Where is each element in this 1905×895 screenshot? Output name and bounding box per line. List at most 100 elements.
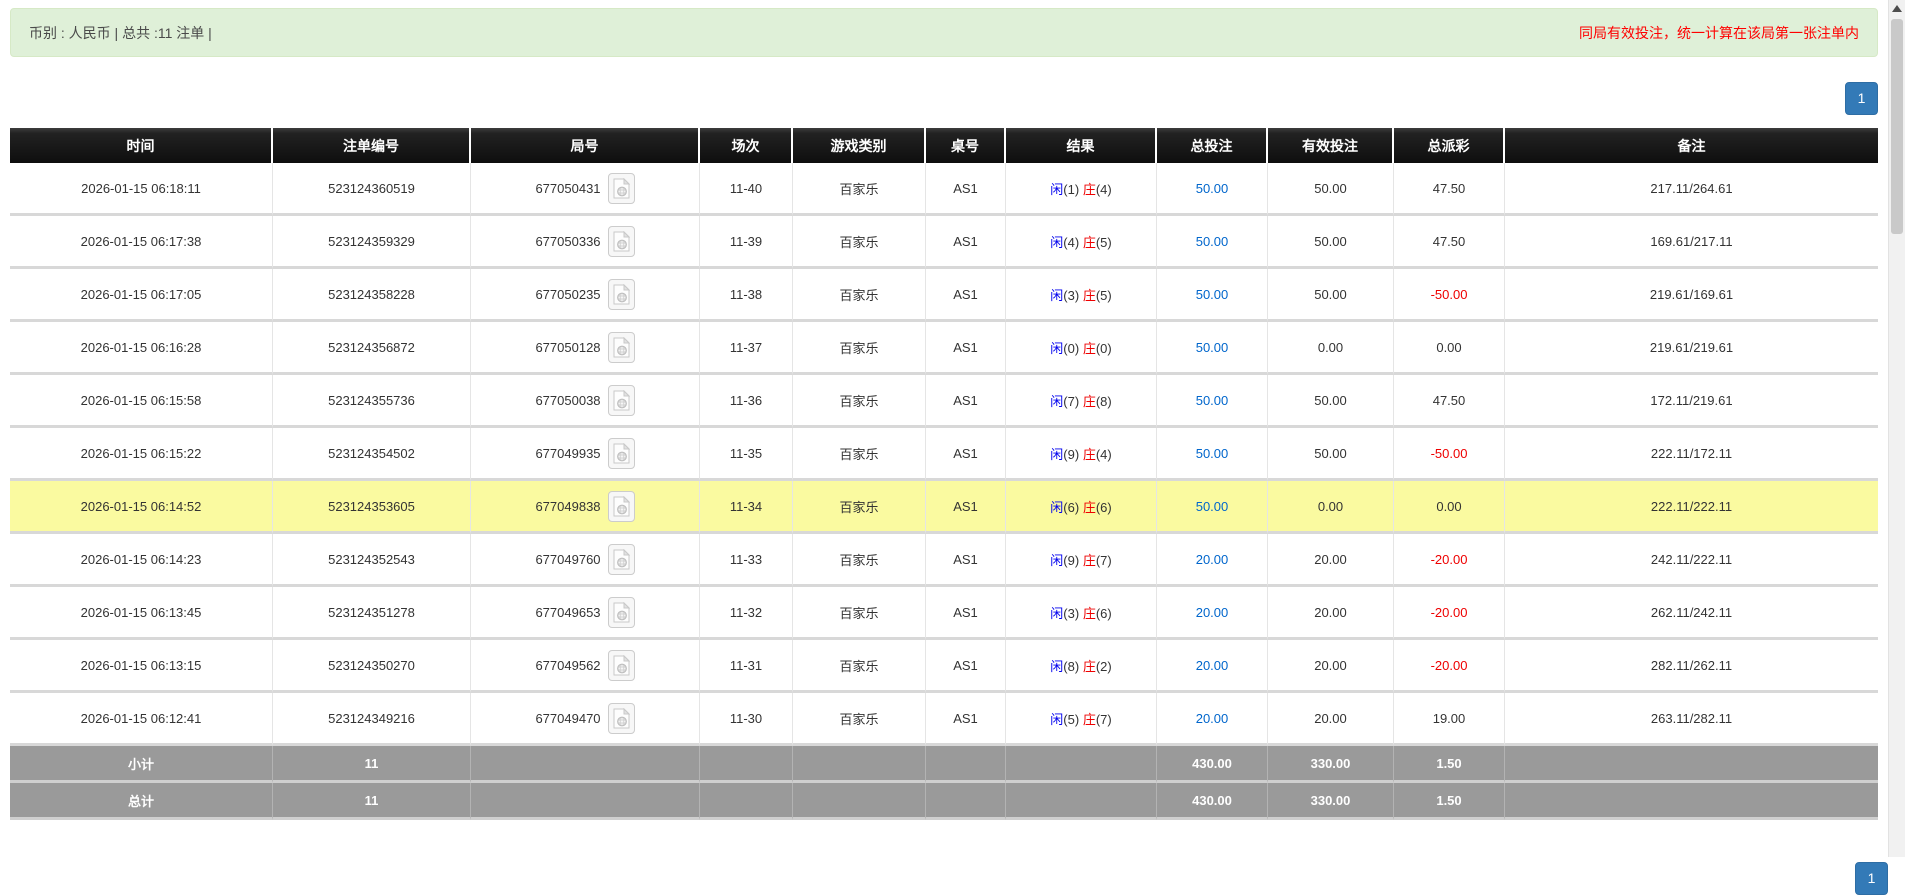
cell-bet-id: 523124355736	[273, 375, 471, 428]
subtotal-row: 小计 11 430.00 330.00 1.50	[10, 746, 1878, 783]
video-replay-button[interactable]	[607, 490, 635, 522]
cell-valid-bet: 50.00	[1268, 163, 1394, 216]
player-result: 闲	[1050, 181, 1064, 197]
subtotal-row-valid-bet: 330.00	[1268, 746, 1394, 783]
pagination-bottom: 1	[20, 862, 1888, 895]
video-replay-button[interactable]	[607, 384, 635, 416]
total-bet-link[interactable]: 50.00	[1196, 393, 1229, 408]
video-replay-icon	[613, 601, 630, 622]
video-replay-button[interactable]	[607, 702, 635, 734]
total-bet-link[interactable]: 50.00	[1196, 499, 1229, 514]
cell-round: 677049653	[471, 587, 700, 640]
grandtotal-row-remark	[1505, 783, 1878, 820]
subtotal-row-session	[700, 746, 793, 783]
cell-table-no: AS1	[926, 587, 1006, 640]
cell-table-no: AS1	[926, 269, 1006, 322]
player-points: (8)	[1063, 658, 1080, 674]
video-replay-button[interactable]	[607, 649, 635, 681]
cell-total-bet: 50.00	[1157, 481, 1268, 534]
player-points: (4)	[1063, 234, 1080, 250]
table-row: 2026-01-15 06:17:05 523124358228 6770502…	[10, 269, 1878, 322]
column-header-11: 备注	[1505, 128, 1878, 163]
cell-result: 闲(6) 庄(6)	[1006, 481, 1157, 534]
video-replay-button[interactable]	[607, 172, 635, 204]
banker-points: (4)	[1095, 181, 1112, 197]
video-replay-icon	[613, 654, 630, 675]
total-bet-link[interactable]: 20.00	[1196, 658, 1229, 673]
grandtotal-row-payout: 1.50	[1394, 783, 1505, 820]
scrollbar-thumb[interactable]	[1891, 19, 1903, 234]
cell-total-bet: 20.00	[1157, 693, 1268, 746]
cell-game-type: 百家乐	[793, 269, 926, 322]
pagination-page-1-button[interactable]: 1	[1845, 82, 1878, 115]
scroll-up-arrow-icon[interactable]	[1889, 0, 1905, 17]
total-bet-link[interactable]: 50.00	[1196, 287, 1229, 302]
video-replay-button[interactable]	[607, 437, 635, 469]
cell-bet-id: 523124352543	[273, 534, 471, 587]
cell-round: 677050038	[471, 375, 700, 428]
video-replay-button[interactable]	[607, 225, 635, 257]
cell-remark: 172.11/219.61	[1505, 375, 1878, 428]
round-number: 677050431	[535, 180, 601, 196]
total-bet-link[interactable]: 20.00	[1196, 711, 1229, 726]
cell-time: 2026-01-15 06:17:38	[10, 216, 273, 269]
total-bet-link[interactable]: 20.00	[1196, 552, 1229, 567]
banker-result: 庄	[1082, 552, 1096, 568]
table-row: 2026-01-15 06:16:28 523124356872 6770501…	[10, 322, 1878, 375]
grandtotal-row: 总计 11 430.00 330.00 1.50	[10, 783, 1878, 820]
video-replay-icon	[613, 230, 630, 251]
round-number: 677049562	[535, 657, 601, 673]
cell-remark: 217.11/264.61	[1505, 163, 1878, 216]
cell-valid-bet: 50.00	[1268, 269, 1394, 322]
vertical-scrollbar[interactable]	[1888, 0, 1905, 857]
total-bet-link[interactable]: 50.00	[1196, 234, 1229, 249]
total-bet-link[interactable]: 50.00	[1196, 181, 1229, 196]
cell-table-no: AS1	[926, 693, 1006, 746]
column-header-2: 注单编号	[273, 128, 471, 163]
video-replay-button[interactable]	[607, 596, 635, 628]
summary-text: 币别 : 人民币 | 总共 :11 注单 |	[29, 24, 212, 41]
cell-round: 677049562	[471, 640, 700, 693]
cell-session: 11-32	[700, 587, 793, 640]
video-replay-button[interactable]	[607, 331, 635, 363]
cell-session: 11-31	[700, 640, 793, 693]
cell-session: 11-34	[700, 481, 793, 534]
player-points: (9)	[1063, 552, 1080, 568]
banker-result: 庄	[1082, 658, 1096, 674]
cell-game-type: 百家乐	[793, 640, 926, 693]
round-number: 677049935	[535, 445, 601, 461]
cell-valid-bet: 20.00	[1268, 534, 1394, 587]
cell-time: 2026-01-15 06:14:23	[10, 534, 273, 587]
video-replay-icon	[613, 177, 630, 198]
cell-game-type: 百家乐	[793, 693, 926, 746]
cell-round: 677050336	[471, 216, 700, 269]
table-header-row: 时间 注单编号 局号 场次 游戏类别 桌号 结果 总投注 有效投注 总派彩 备注	[10, 128, 1878, 163]
cell-valid-bet: 20.00	[1268, 693, 1394, 746]
cell-total-bet: 50.00	[1157, 428, 1268, 481]
total-bet-link[interactable]: 50.00	[1196, 340, 1229, 355]
cell-payout: -20.00	[1394, 640, 1505, 693]
banker-points: (0)	[1095, 340, 1112, 356]
cell-game-type: 百家乐	[793, 428, 926, 481]
video-replay-button[interactable]	[607, 278, 635, 310]
video-replay-button[interactable]	[607, 543, 635, 575]
player-points: (6)	[1063, 499, 1080, 515]
subtotal-row-total-bet: 430.00	[1157, 746, 1268, 783]
round-number: 677049760	[535, 551, 601, 567]
subtotal-row-round	[471, 746, 700, 783]
cell-game-type: 百家乐	[793, 534, 926, 587]
player-result: 闲	[1050, 393, 1064, 409]
cell-payout: 47.50	[1394, 375, 1505, 428]
table-row: 2026-01-15 06:15:22 523124354502 6770499…	[10, 428, 1878, 481]
round-number: 677050128	[535, 339, 601, 355]
total-bet-link[interactable]: 50.00	[1196, 446, 1229, 461]
content-area: 币别 : 人民币 | 总共 :11 注单 | 同局有效投注，统一计算在该局第一张…	[10, 8, 1888, 895]
grandtotal-row-game	[793, 783, 926, 820]
pagination-bottom-page-1-button[interactable]: 1	[1855, 862, 1888, 895]
column-header-8: 总投注	[1157, 128, 1268, 163]
cell-time: 2026-01-15 06:16:28	[10, 322, 273, 375]
cell-total-bet: 50.00	[1157, 163, 1268, 216]
total-bet-link[interactable]: 20.00	[1196, 605, 1229, 620]
player-points: (0)	[1063, 340, 1080, 356]
cell-time: 2026-01-15 06:15:22	[10, 428, 273, 481]
